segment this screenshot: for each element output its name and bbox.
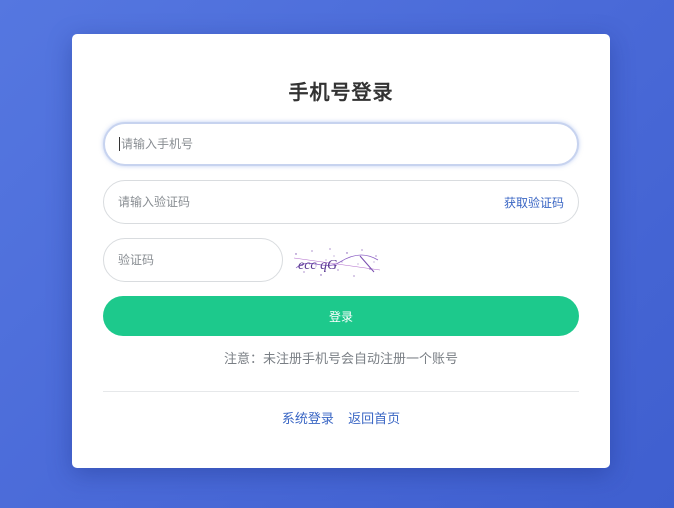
captcha-text: ecc qG <box>298 258 337 273</box>
captcha-input[interactable] <box>118 253 268 267</box>
phone-input[interactable] <box>121 137 563 151</box>
divider <box>103 391 579 392</box>
page-title: 手机号登录 <box>288 80 394 104</box>
sms-code-field-wrapper[interactable]: 获取验证码 <box>103 180 579 224</box>
phone-field-wrapper[interactable] <box>103 122 579 166</box>
text-cursor <box>119 137 120 151</box>
get-code-button[interactable]: 获取验证码 <box>504 194 564 211</box>
sms-code-input[interactable] <box>118 195 504 209</box>
login-card: 手机号登录 获取验证码 ecc qG 登录 注意：未注册手机号会自动注册一个账号… <box>72 34 610 468</box>
back-home-link[interactable]: 返回首页 <box>348 412 400 427</box>
captcha-field-wrapper[interactable] <box>103 238 283 282</box>
footer-links: 系统登录 返回首页 <box>72 408 610 427</box>
system-login-link[interactable]: 系统登录 <box>282 412 334 427</box>
login-button[interactable]: 登录 <box>103 296 579 336</box>
captcha-image[interactable]: ecc qG <box>290 242 382 282</box>
register-notice: 注意：未注册手机号会自动注册一个账号 <box>223 352 458 367</box>
